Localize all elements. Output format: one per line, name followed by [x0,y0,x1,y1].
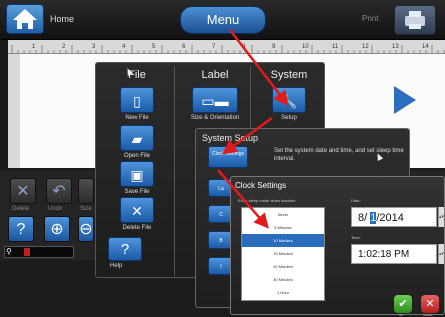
arrow-menu-to-setup [229,29,289,106]
arrow-clock-to-sleep [217,169,269,229]
arrow-setup-to-clock [221,116,273,155]
